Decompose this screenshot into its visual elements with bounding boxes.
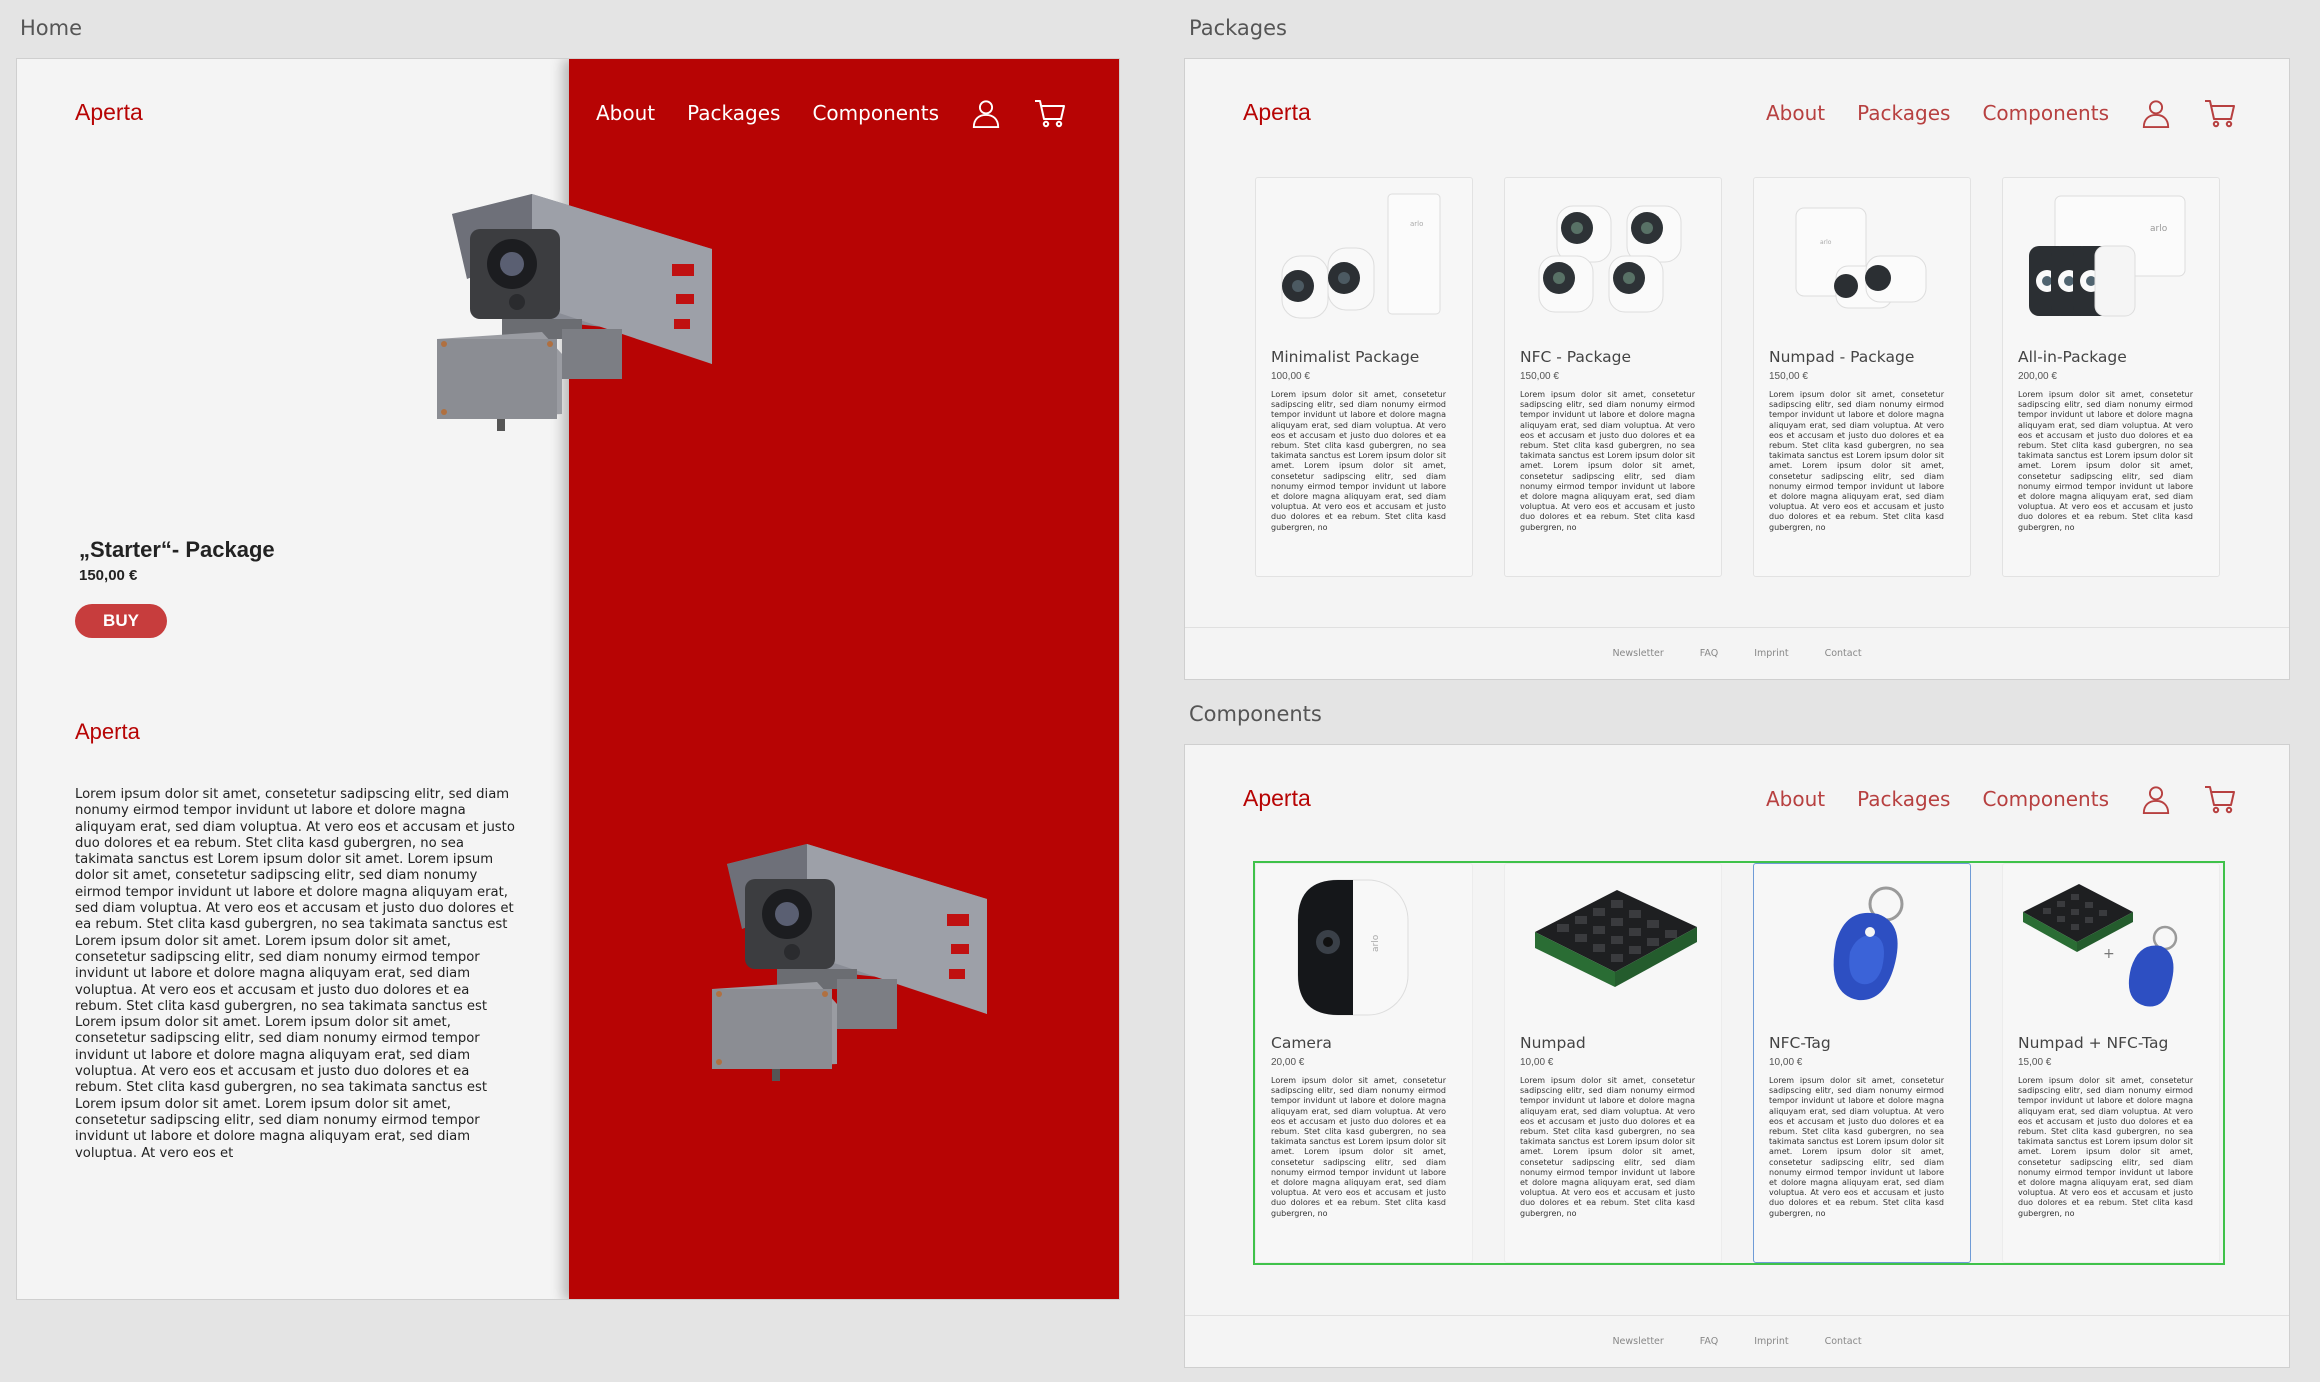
product-name: Numpad <box>1520 1034 1586 1052</box>
main-nav: About Packages Components <box>1766 97 2237 129</box>
numpad-package-image <box>1766 186 1960 336</box>
camera-image <box>1268 872 1462 1022</box>
brand-logo[interactable]: Aperta <box>1243 99 1311 126</box>
nav-about-link[interactable]: About <box>596 101 655 125</box>
component-card[interactable]: Numpad + NFC-Tag 15,00 € Lorem ipsum dol… <box>2002 863 2220 1263</box>
product-price: 100,00 € <box>1271 371 1310 382</box>
product-description: Lorem ipsum dolor sit amet, consetetur s… <box>1769 390 1944 532</box>
package-grid: Minimalist Package 100,00 € Lorem ipsum … <box>1255 177 2223 577</box>
product-name: Numpad + NFC-Tag <box>2018 1034 2169 1052</box>
home-artboard: Aperta About Packages Components „Starte… <box>16 58 1120 1300</box>
cart-icon[interactable] <box>2203 97 2237 129</box>
footer-imprint-link[interactable]: Imprint <box>1754 1336 1788 1347</box>
package-card[interactable]: NFC - Package 150,00 € Lorem ipsum dolor… <box>1504 177 1722 577</box>
product-price: 150,00 € <box>1769 371 1808 382</box>
featured-package-price: 150,00 € <box>79 567 138 584</box>
package-card[interactable]: Numpad - Package 150,00 € Lorem ipsum do… <box>1753 177 1971 577</box>
nav-about-link[interactable]: About <box>1766 787 1825 811</box>
footer-newsletter-link[interactable]: Newsletter <box>1612 648 1663 659</box>
nav-packages-link[interactable]: Packages <box>1857 787 1950 811</box>
product-name: Minimalist Package <box>1271 348 1420 366</box>
components-artboard: Aperta About Packages Components Camera … <box>1184 744 2290 1368</box>
brand-logo[interactable]: Aperta <box>75 99 143 126</box>
product-description: Lorem ipsum dolor sit amet, consetetur s… <box>2018 1076 2193 1218</box>
main-nav: About Packages Components <box>1766 783 2237 815</box>
security-camera-image-2 <box>687 809 1017 1229</box>
nav-packages-link[interactable]: Packages <box>687 101 780 125</box>
user-icon[interactable] <box>2141 97 2171 129</box>
product-name: All-in-Package <box>2018 348 2127 366</box>
security-camera-image <box>412 194 742 544</box>
nav-components-link[interactable]: Components <box>812 101 939 125</box>
footer-faq-link[interactable]: FAQ <box>1700 648 1718 659</box>
minimalist-package-image <box>1268 186 1462 336</box>
featured-package-title: „Starter“- Package <box>79 537 275 562</box>
product-description: Lorem ipsum dolor sit amet, consetetur s… <box>1520 390 1695 532</box>
numpad-nfc-tag-image <box>2015 872 2209 1022</box>
product-price: 20,00 € <box>1271 1057 1305 1068</box>
components-board-label: Components <box>1189 702 1322 726</box>
component-grid: Camera 20,00 € Lorem ipsum dolor sit ame… <box>1253 861 2225 1265</box>
product-price: 150,00 € <box>1520 371 1559 382</box>
home-board-label: Home <box>20 16 83 40</box>
packages-artboard: Aperta About Packages Components Minimal… <box>1184 58 2290 680</box>
product-name: Numpad - Package <box>1769 348 1915 366</box>
product-description: Lorem ipsum dolor sit amet, consetetur s… <box>1769 1076 1944 1218</box>
nav-components-link[interactable]: Components <box>1982 101 2109 125</box>
nav-packages-link[interactable]: Packages <box>1857 101 1950 125</box>
about-section-title: Aperta <box>75 719 140 744</box>
component-card[interactable]: Camera 20,00 € Lorem ipsum dolor sit ame… <box>1255 863 1473 1263</box>
footer-contact-link[interactable]: Contact <box>1825 1336 1862 1347</box>
cart-icon[interactable] <box>2203 783 2237 815</box>
package-card[interactable]: Minimalist Package 100,00 € Lorem ipsum … <box>1255 177 1473 577</box>
user-icon[interactable] <box>971 97 1001 129</box>
product-name: NFC-Tag <box>1769 1034 1831 1052</box>
footer-imprint-link[interactable]: Imprint <box>1754 648 1788 659</box>
buy-button[interactable]: BUY <box>75 604 167 638</box>
product-price: 10,00 € <box>1520 1057 1554 1068</box>
package-card[interactable]: All-in-Package 200,00 € Lorem ipsum dolo… <box>2002 177 2220 577</box>
nav-components-link[interactable]: Components <box>1982 787 2109 811</box>
user-icon[interactable] <box>2141 783 2171 815</box>
about-section-text: Lorem ipsum dolor sit amet, consetetur s… <box>75 787 515 1161</box>
packages-board-label: Packages <box>1189 16 1287 40</box>
site-footer: Newsletter FAQ Imprint Contact <box>1185 1315 2289 1367</box>
footer-faq-link[interactable]: FAQ <box>1700 1336 1718 1347</box>
main-nav: About Packages Components <box>596 97 1067 129</box>
component-card[interactable]: Numpad 10,00 € Lorem ipsum dolor sit ame… <box>1504 863 1722 1263</box>
product-price: 200,00 € <box>2018 371 2057 382</box>
product-description: Lorem ipsum dolor sit amet, consetetur s… <box>2018 390 2193 532</box>
product-description: Lorem ipsum dolor sit amet, consetetur s… <box>1271 390 1446 532</box>
all-in-package-image <box>2015 186 2209 336</box>
numpad-image <box>1517 872 1711 1022</box>
cart-icon[interactable] <box>1033 97 1067 129</box>
site-footer: Newsletter FAQ Imprint Contact <box>1185 627 2289 679</box>
footer-newsletter-link[interactable]: Newsletter <box>1612 1336 1663 1347</box>
nfc-package-image <box>1517 186 1711 336</box>
nfc-tag-image <box>1766 872 1960 1022</box>
component-card[interactable]: NFC-Tag 10,00 € Lorem ipsum dolor sit am… <box>1753 863 1971 1263</box>
product-description: Lorem ipsum dolor sit amet, consetetur s… <box>1520 1076 1695 1218</box>
brand-logo[interactable]: Aperta <box>1243 785 1311 812</box>
product-name: NFC - Package <box>1520 348 1632 366</box>
product-price: 10,00 € <box>1769 1057 1803 1068</box>
product-description: Lorem ipsum dolor sit amet, consetetur s… <box>1271 1076 1446 1218</box>
nav-about-link[interactable]: About <box>1766 101 1825 125</box>
product-price: 15,00 € <box>2018 1057 2052 1068</box>
footer-contact-link[interactable]: Contact <box>1825 648 1862 659</box>
product-name: Camera <box>1271 1034 1332 1052</box>
